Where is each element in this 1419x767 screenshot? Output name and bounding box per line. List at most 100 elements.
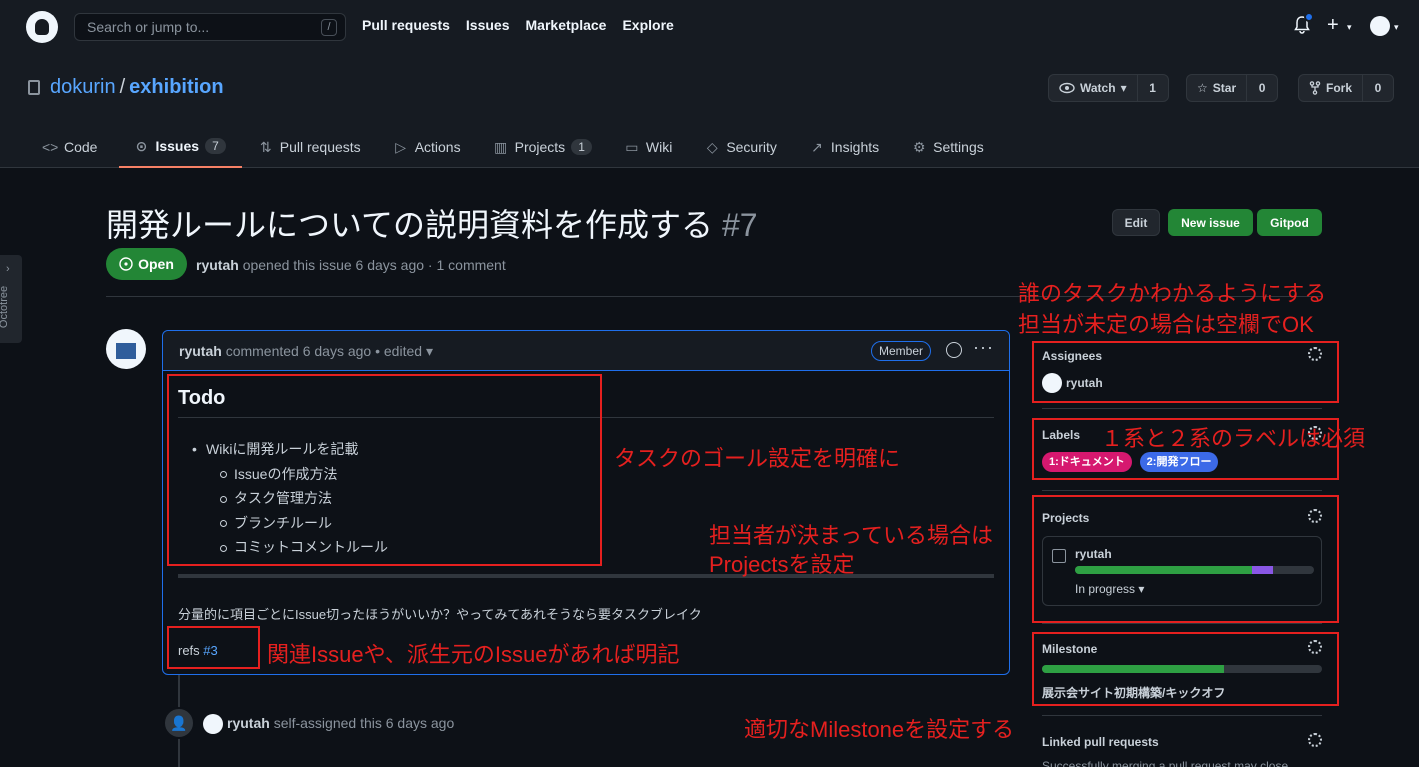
gear-icon[interactable] (1308, 733, 1322, 747)
fork-button[interactable]: Fork (1299, 75, 1364, 101)
create-new-plus-icon[interactable]: + (1327, 14, 1339, 37)
tab-security[interactable]: ◇ Security (688, 126, 793, 168)
tab-pull-requests[interactable]: ⇅ Pull requests (242, 126, 377, 168)
comment-description: 分量的に項目ごとにIssue切ったほうがいいか？やってみてあれそうなら要タスクブ… (178, 607, 702, 622)
member-badge: Member (871, 341, 932, 361)
timeline-event-text: self-assigned this 6 days ago (273, 715, 455, 731)
issue-state-badge: Open (106, 248, 187, 280)
edit-button[interactable]: Edit (1112, 209, 1160, 236)
nav-issues[interactable]: Issues (466, 17, 510, 33)
repo-title-separator: / (119, 76, 126, 98)
fork-count[interactable]: 0 (1363, 75, 1393, 101)
sidebar-linked-prs[interactable]: Linked pull requests Successfully mergin… (1042, 733, 1322, 767)
tab-issues-counter: 7 (205, 138, 226, 154)
global-header: Search or jump to... / Pull requests Iss… (0, 0, 1419, 54)
annotation-milestone: 適切なMilestoneを設定する (744, 717, 1015, 742)
search-shortcut-key: / (321, 19, 337, 36)
annotation-box-projects (1032, 495, 1339, 623)
annotation-box-todo (167, 374, 602, 566)
annotation-box-refs (167, 626, 260, 669)
issue-title-text: 開発ルールについての説明資料を作成する (106, 207, 714, 243)
annotation-assignee-line2: 担当が未定の場合は空欄でOK (1018, 312, 1314, 337)
tab-issues[interactable]: ⊙ Issues 7 (119, 126, 242, 168)
shield-icon: ◇ (706, 138, 718, 155)
issue-author-link[interactable]: ryutah (196, 257, 239, 273)
repo-title: dokurin / exhibition (50, 76, 224, 99)
horizontal-rule (178, 574, 994, 578)
chevron-right-icon: › (6, 263, 10, 275)
watch-button-group: Watch ▾ 1 (1048, 74, 1169, 102)
issue-opened-icon (119, 257, 133, 271)
annotation-assignee-line1: 誰のタスクかわかるようにする (1018, 281, 1327, 306)
new-issue-button[interactable]: New issue (1168, 209, 1253, 236)
star-label: Star (1212, 81, 1237, 95)
tab-code[interactable]: <> Code (40, 126, 113, 168)
kebab-menu-icon[interactable]: ··· (973, 337, 994, 358)
repo-name-link[interactable]: exhibition (129, 76, 223, 98)
search-placeholder: Search or jump to... (87, 19, 210, 35)
person-icon: 👤 (163, 707, 195, 739)
sidebar-divider (1042, 623, 1322, 624)
annotation-projects-line2: Projectsを設定 (709, 552, 855, 577)
timeline-author-link[interactable]: ryutah (227, 715, 270, 731)
sidebar-divider (1042, 408, 1322, 409)
annotation-box-milestone (1032, 632, 1339, 706)
repo-tabs: <> Code ⊙ Issues 7 ⇅ Pull requests ▷ Actions … (40, 126, 1000, 168)
star-button-group: ☆ Star 0 (1186, 74, 1279, 102)
issue-state-label: Open (138, 256, 174, 272)
graph-icon: ↗ (811, 138, 823, 155)
tab-wiki[interactable]: ▭ Wiki (608, 126, 688, 168)
user-avatar[interactable] (1370, 16, 1390, 36)
tab-projects-counter: 1 (571, 139, 592, 155)
tab-settings[interactable]: ⚙ Settings (895, 126, 1000, 168)
watch-button[interactable]: Watch ▾ (1049, 75, 1138, 101)
play-icon: ▷ (395, 138, 407, 155)
edit-history-caret-icon[interactable]: ▾ (426, 343, 433, 359)
nav-pull-requests[interactable]: Pull requests (362, 17, 450, 33)
nav-marketplace[interactable]: Marketplace (526, 17, 607, 33)
user-menu-caret-icon[interactable]: ▾ (1394, 22, 1399, 33)
fork-label: Fork (1326, 81, 1353, 95)
annotation-refs: 関連Issueや、派生元のIssueがあれば明記 (267, 642, 680, 667)
tab-code-label: Code (64, 139, 98, 155)
fork-button-group: Fork 0 (1298, 74, 1395, 102)
comment-meta-text[interactable]: commented 6 days ago • edited (226, 343, 422, 359)
tab-insights[interactable]: ↗ Insights (793, 126, 895, 168)
sidebar-divider (1042, 715, 1322, 716)
search-input[interactable]: Search or jump to... / (74, 13, 346, 41)
github-logo-icon[interactable] (26, 11, 58, 43)
project-icon: ▥ (493, 138, 508, 155)
code-icon: <> (42, 139, 59, 155)
octotree-label: Octotree (0, 285, 11, 329)
timeline-event: ryutah self-assigned this 6 days ago (227, 715, 454, 731)
comment-author-link[interactable]: ryutah (179, 343, 222, 359)
notification-indicator (1304, 12, 1314, 22)
annotation-projects-line1: 担当者が決まっている場合は (709, 523, 994, 548)
repo-icon (28, 80, 40, 95)
annotation-goal: タスクのゴール設定を明確に (614, 446, 901, 471)
comment-author-avatar[interactable] (106, 329, 146, 369)
octotree-toggle[interactable]: › Octotree (0, 255, 22, 343)
nav-explore[interactable]: Explore (622, 17, 673, 33)
tab-projects[interactable]: ▥ Projects 1 (477, 126, 608, 168)
eye-icon (1059, 82, 1075, 94)
star-button[interactable]: ☆ Star (1187, 75, 1248, 101)
add-reaction-smiley-icon[interactable] (946, 342, 962, 358)
tab-pull-requests-label: Pull requests (279, 139, 361, 155)
watch-count[interactable]: 1 (1138, 75, 1168, 101)
watch-label: Watch (1080, 81, 1116, 95)
linked-prs-title: Linked pull requests (1042, 735, 1159, 749)
notifications-bell-icon[interactable] (1294, 12, 1314, 34)
star-count[interactable]: 0 (1247, 75, 1277, 101)
create-caret-icon[interactable]: ▾ (1347, 22, 1352, 33)
repo-owner-link[interactable]: dokurin (50, 76, 116, 98)
gitpod-button[interactable]: Gitpod (1257, 209, 1322, 236)
annotation-labels: １系と２系のラベルは必須 (1101, 426, 1366, 451)
tab-actions[interactable]: ▷ Actions (377, 126, 477, 168)
timeline-avatar[interactable] (203, 714, 223, 734)
issue-opened-icon: ⊙ (135, 137, 148, 154)
tab-issues-label: Issues (155, 138, 200, 154)
issue-title: 開発ルールについての説明資料を作成する #7 (106, 200, 758, 246)
book-icon: ▭ (625, 138, 639, 155)
tab-security-label: Security (726, 139, 777, 155)
